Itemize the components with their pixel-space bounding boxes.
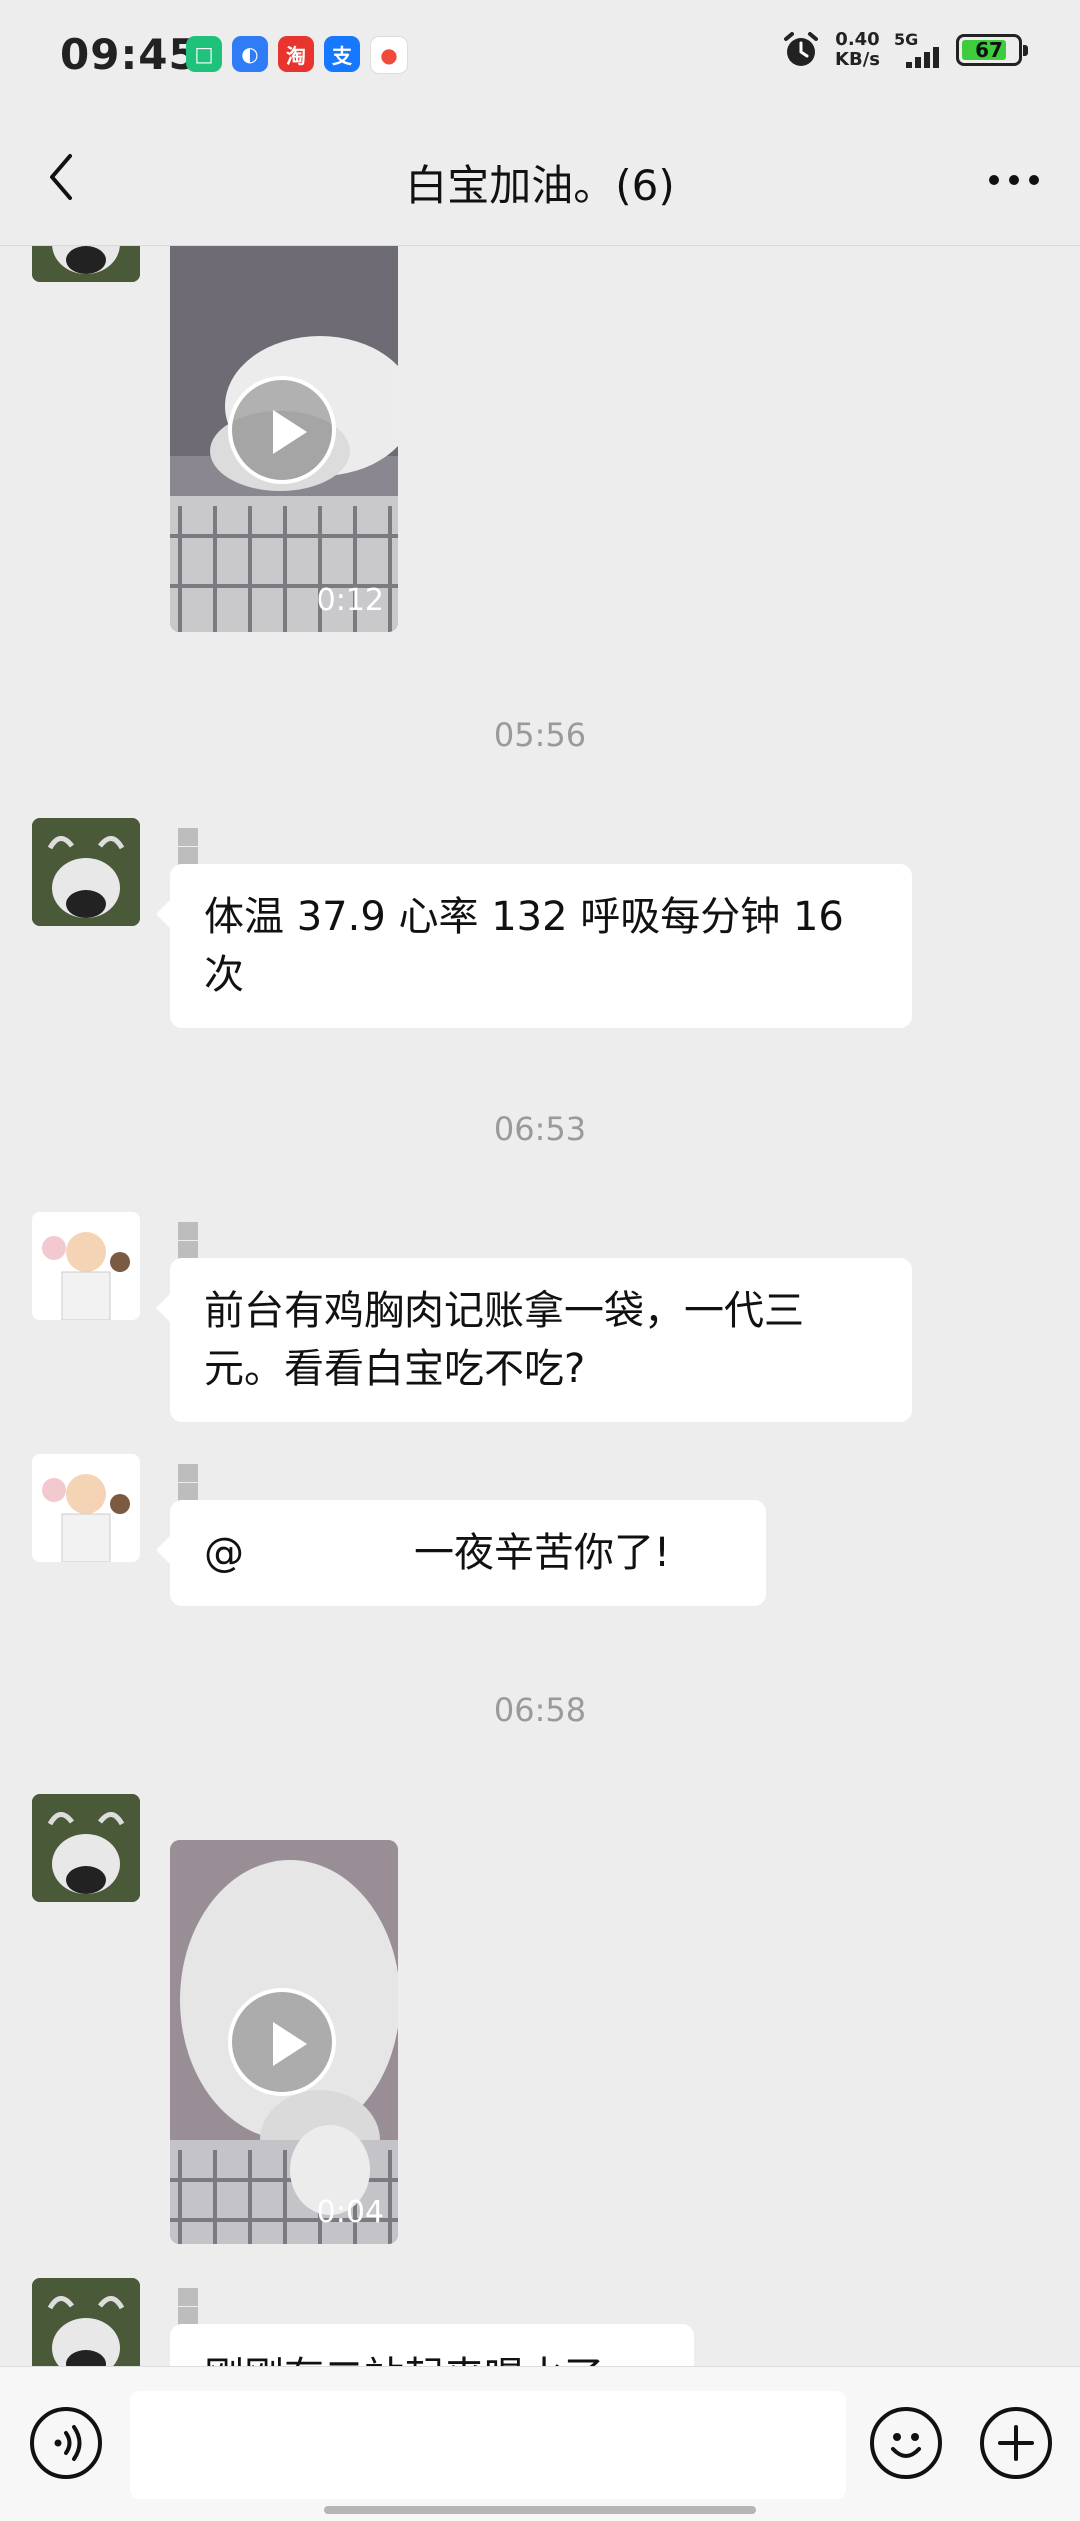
mention-symbol: @ [204, 1530, 244, 1576]
emoji-icon [891, 2433, 921, 2458]
avatar[interactable] [32, 1212, 140, 1320]
battery-icon: 67 [956, 34, 1028, 66]
baidu-app-icon: ◐ [232, 36, 268, 72]
battery-level: 67 [975, 38, 1003, 62]
voice-icon [54, 2425, 82, 2461]
plus-icon [998, 2425, 1034, 2461]
home-indicator[interactable] [324, 2506, 756, 2514]
network-speed-value: 0.40 [835, 29, 880, 50]
status-time: 09:45 [60, 30, 199, 79]
map-app-icon: ● [370, 36, 408, 74]
chat-header: 白宝加油。(6) [0, 110, 1080, 246]
voice-input-button[interactable] [30, 2407, 102, 2479]
taobao-app-icon: 淘 [278, 36, 314, 72]
network-speed: 0.40 KB/s [835, 30, 880, 70]
message-input[interactable] [130, 2391, 846, 2499]
play-icon[interactable] [228, 1988, 336, 2096]
emoji-button[interactable] [870, 2407, 942, 2479]
message-bubble[interactable]: 刚刚有二站起来喝水了 [170, 2324, 694, 2366]
timestamp: 05:56 [493, 716, 587, 754]
timestamp: 06:58 [493, 1691, 587, 1729]
avatar[interactable] [32, 246, 140, 282]
avatar[interactable] [32, 2278, 140, 2366]
video-message[interactable]: 0:04 [170, 1840, 398, 2244]
network-speed-unit: KB/s [835, 49, 880, 70]
alarm-icon [784, 32, 819, 66]
input-bar [0, 2366, 1080, 2521]
notification-icons: □ ◐ 淘 支 ● [186, 36, 408, 74]
avatar[interactable] [32, 1794, 140, 1902]
sender-name [178, 1464, 268, 1501]
message-text: 一夜辛苦你了! [414, 1530, 671, 1576]
sender-name [178, 2288, 268, 2325]
chat-title: 白宝加油。(6) [405, 161, 675, 210]
status-bar: 09:45 □ ◐ 淘 支 ● 0.40 KB/s 5G 67 [0, 0, 1080, 110]
more-functions-button[interactable] [980, 2407, 1052, 2479]
video-message[interactable]: 0:12 [170, 246, 398, 632]
system-icons: 0.40 KB/s 5G 67 [781, 30, 1028, 70]
sender-name [178, 828, 268, 865]
sender-name [178, 1222, 268, 1259]
message-bubble[interactable]: 前台有鸡胸肉记账拿一袋，一代三元。看看白宝吃不吃? [156, 1258, 912, 1422]
alipay-app-icon: 支 [324, 36, 360, 72]
avatar[interactable] [32, 1454, 140, 1562]
more-button[interactable] [984, 160, 1044, 200]
play-icon[interactable] [228, 376, 336, 484]
message-bubble[interactable]: 体温 37.9 心率 132 呼吸每分钟 16 次 [156, 864, 912, 1028]
message-bubble[interactable]: @ 一夜辛苦你了! [156, 1500, 766, 1606]
more-dots-icon [989, 175, 1039, 185]
avatar[interactable] [32, 818, 140, 926]
xiaomi-app-icon: □ [186, 36, 222, 72]
video-duration: 0:12 [316, 583, 384, 618]
signal-icon: 5G [894, 30, 942, 70]
video-duration: 0:04 [316, 2195, 384, 2230]
chat-message-list[interactable]: 0:12 05:56 体温 37.9 心率 132 呼吸每分钟 16 次 06:… [0, 246, 1080, 2366]
timestamp: 06:53 [493, 1110, 587, 1148]
